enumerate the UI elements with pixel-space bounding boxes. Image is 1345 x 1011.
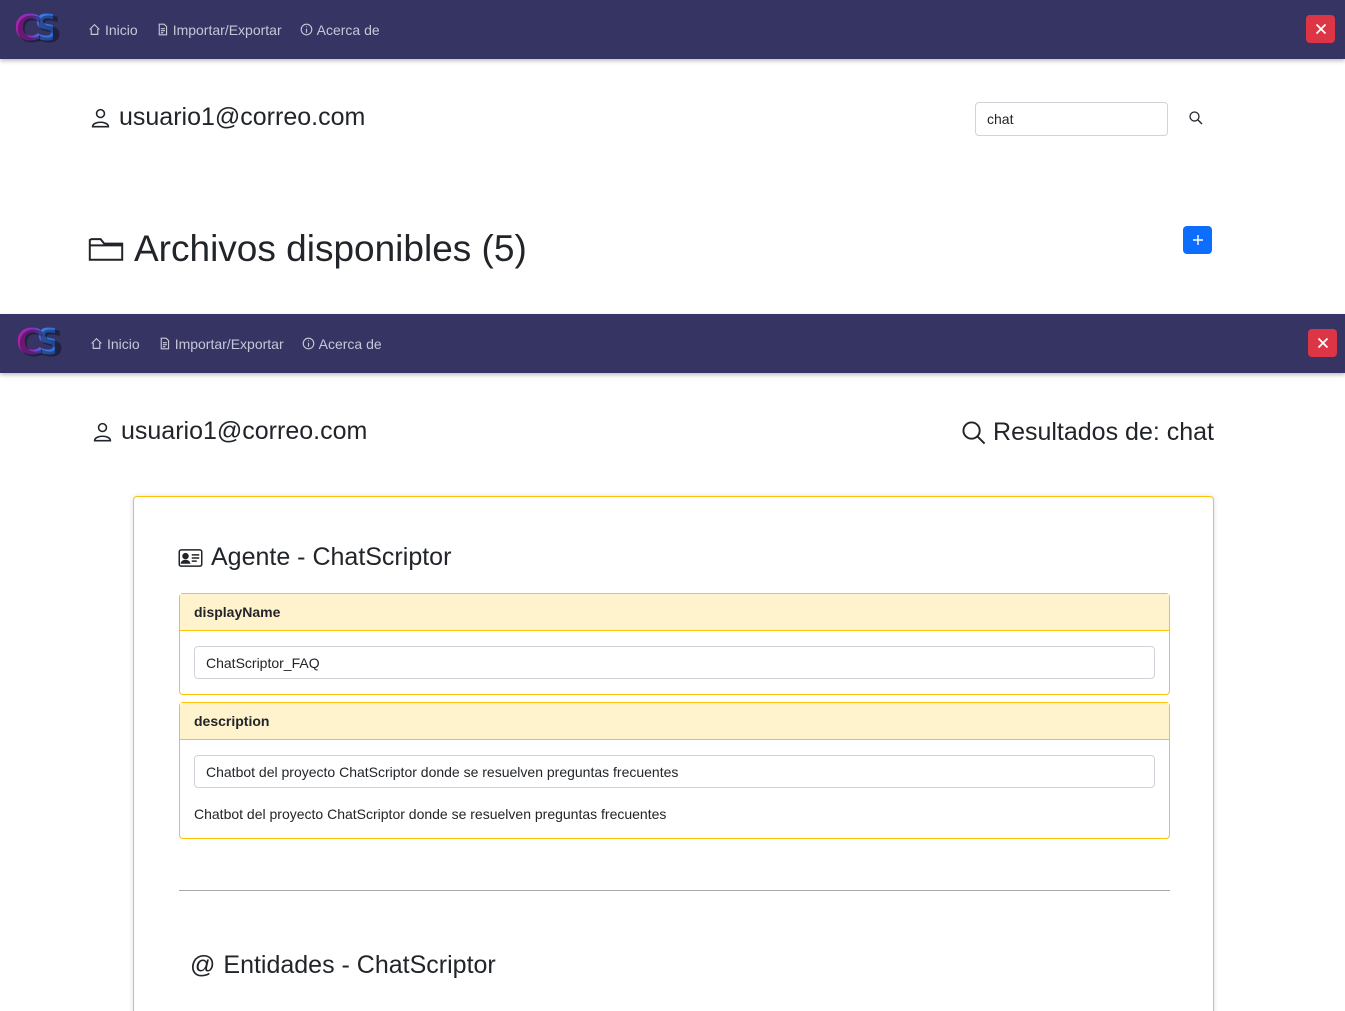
app-logo[interactable]: CS [14,9,74,49]
files-section-title: Archivos disponibles (5) [88,228,527,270]
field-card-displayname: displayName [179,593,1170,695]
nav-inicio-2[interactable]: Inicio [90,336,140,352]
agent-result-card: Agente - ChatScriptor displayName descri… [133,496,1214,1011]
field-label-description: description [180,703,1169,740]
user-icon [93,422,112,442]
top-navbar-2: CS Inicio Importar/Exportar Acerca de [0,314,1345,373]
nav-importar-exportar-label: Importar/Exportar [172,21,282,38]
nav-importar-exportar-label-2: Importar/Exportar [174,335,284,352]
user-header: usuario1@correo.com [90,103,365,132]
add-file-button[interactable] [1183,226,1212,254]
user-header-2: usuario1@correo.com [92,417,367,446]
section-divider [179,890,1170,891]
at-sign-icon: @ [190,951,216,979]
search-icon [962,420,986,444]
nav-acerca-de-label: Acerca de [316,21,380,38]
search-button[interactable] [1188,110,1206,128]
close-button-2[interactable] [1308,329,1337,357]
entities-section-title-text: Entidades - ChatScriptor [223,951,496,979]
nav-acerca-de[interactable]: Acerca de [300,22,380,38]
nav-inicio[interactable]: Inicio [88,22,138,38]
nav-acerca-de-2[interactable]: Acerca de [302,336,382,352]
search-results-title: Resultados de: chat [961,418,1214,447]
logo-text-2: CS [16,322,62,363]
user-icon [91,108,110,128]
agent-section-title: Agente - ChatScriptor [178,543,451,572]
home-icon [89,23,100,35]
user-email: usuario1@correo.com [119,103,366,131]
app-logo-2[interactable]: CS [16,323,76,363]
field-card-description: description Chatbot del proyecto ChatScr… [179,702,1170,839]
field-label-displayname: displayName [180,594,1169,631]
folder-icon [88,238,124,261]
displayname-input[interactable] [194,646,1155,679]
info-icon [300,23,312,36]
info-icon [302,337,314,350]
nav-acerca-de-label-2: Acerca de [318,335,382,352]
file-icon [158,23,167,36]
nav-inicio-label-2: Inicio [107,335,140,352]
description-text: Chatbot del proyecto ChatScriptor donde … [194,806,667,822]
close-icon [1315,23,1326,35]
agent-section-title-text: Agente - ChatScriptor [211,543,452,571]
file-icon [160,337,169,350]
nav-inicio-label: Inicio [105,21,138,38]
top-navbar: CS Inicio Importar/Exportar Acerca de [0,0,1345,59]
nav-menu: Inicio Importar/Exportar Acerca de [88,22,398,38]
nav-menu-2: Inicio Importar/Exportar Acerca de [90,336,400,352]
nav-importar-exportar[interactable]: Importar/Exportar [156,22,282,38]
results-title-text: Resultados de: chat [993,418,1214,446]
entities-section-title: @ Entidades - ChatScriptor [190,951,496,980]
search-input[interactable] [975,102,1168,136]
plus-icon [1192,235,1203,245]
close-icon [1317,337,1328,349]
user-email-2: usuario1@correo.com [121,417,368,445]
search-icon [1189,111,1203,125]
home-icon [91,337,102,349]
files-title-text: Archivos disponibles (5) [134,228,527,269]
close-button[interactable] [1306,15,1335,43]
logo-text: CS [14,8,60,49]
id-card-icon [178,548,203,567]
nav-importar-exportar-2[interactable]: Importar/Exportar [158,336,284,352]
description-input[interactable] [194,755,1155,788]
